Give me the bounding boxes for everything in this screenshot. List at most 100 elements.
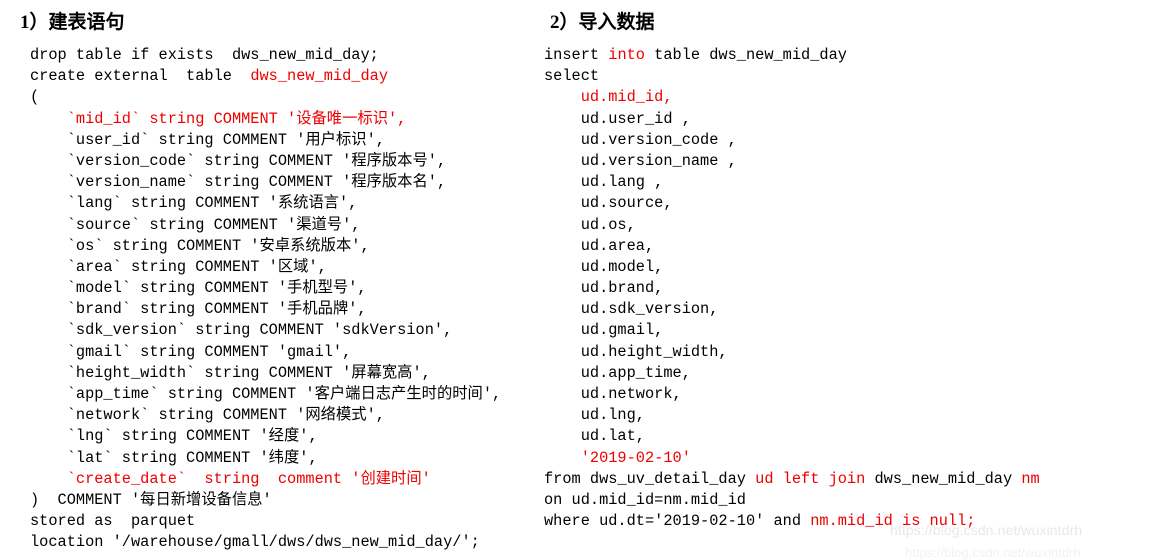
code-token: `lang` string COMMENT '系统语言', xyxy=(30,194,358,213)
code-token: `create_date` string comment '创建时间' xyxy=(30,469,431,488)
code-token: ud.height_width, xyxy=(544,342,728,361)
code-line: ud.area, xyxy=(544,236,1157,257)
code-line: ud.height_width, xyxy=(544,342,1157,363)
import-data-code-block: insert into table dws_new_mid_day select … xyxy=(538,34,1157,532)
code-token: ud.mid_id, xyxy=(544,88,673,107)
code-token: `lat` string COMMENT '纬度', xyxy=(30,448,318,467)
code-token: ud.app_time, xyxy=(544,363,691,382)
code-line: ud.os, xyxy=(544,215,1157,236)
code-line: `network` string COMMENT '网络模式', xyxy=(30,405,528,426)
code-line: ud.user_id , xyxy=(544,109,1157,130)
code-line: ud.model, xyxy=(544,257,1157,278)
code-line: create external table dws_new_mid_day xyxy=(30,66,528,87)
code-token: create external table xyxy=(30,67,251,86)
code-token: `sdk_version` string COMMENT 'sdkVersion… xyxy=(30,321,453,340)
code-token: where ud.dt='2019-02-10' and xyxy=(544,512,811,531)
code-token: `height_width` string COMMENT '屏幕宽高', xyxy=(30,363,431,382)
code-line: location '/warehouse/gmall/dws/dws_new_m… xyxy=(30,532,528,553)
code-line: `os` string COMMENT '安卓系统版本', xyxy=(30,236,528,257)
code-token: ud left join xyxy=(755,469,866,488)
code-line: `model` string COMMENT '手机型号', xyxy=(30,278,528,299)
code-line: `area` string COMMENT '区域', xyxy=(30,257,528,278)
code-token: stored as parquet xyxy=(30,512,196,531)
code-line: ud.source, xyxy=(544,193,1157,214)
code-line: `create_date` string comment '创建时间' xyxy=(30,469,528,490)
code-token: location '/warehouse/gmall/dws/dws_new_m… xyxy=(30,533,480,552)
code-token: ud.area, xyxy=(544,236,655,255)
code-line: insert into table dws_new_mid_day xyxy=(544,45,1157,66)
code-token: dws_new_mid_day xyxy=(250,67,389,86)
code-token: ud.os, xyxy=(544,215,636,234)
code-token: ud.lat, xyxy=(544,427,645,446)
code-line: drop table if exists dws_new_mid_day; xyxy=(30,45,528,66)
code-line: `source` string COMMENT '渠道号', xyxy=(30,215,528,236)
code-line: `lang` string COMMENT '系统语言', xyxy=(30,193,528,214)
create-table-code-block: drop table if exists dws_new_mid_day;cre… xyxy=(8,34,528,554)
code-line: `height_width` string COMMENT '屏幕宽高', xyxy=(30,363,528,384)
code-token: drop table if exists dws_new_mid_day; xyxy=(30,46,379,64)
code-line: on ud.mid_id=nm.mid_id xyxy=(544,490,1157,511)
code-token: `source` string COMMENT '渠道号', xyxy=(30,215,361,234)
code-line: ) COMMENT '每日新增设备信息' xyxy=(30,490,528,511)
code-token: into xyxy=(608,46,645,64)
code-line: `app_time` string COMMENT '客户端日志产生时的时间', xyxy=(30,384,528,405)
code-token: select xyxy=(544,67,600,86)
code-token: `app_time` string COMMENT '客户端日志产生时的时间', xyxy=(30,385,502,403)
screenshot-page: 1）建表语句 drop table if exists dws_new_mid_… xyxy=(0,0,1157,560)
section-heading-import-data: 2）导入数据 xyxy=(550,12,655,33)
code-line: ( xyxy=(30,87,528,108)
code-token: dws_new_mid_day xyxy=(865,469,1022,488)
code-token: ud.version_name , xyxy=(544,151,737,170)
code-token: ) COMMENT '每日新增设备信息' xyxy=(30,490,272,509)
code-token: ud.gmail, xyxy=(544,321,664,340)
code-token: ( xyxy=(30,88,40,107)
code-token: ud.brand, xyxy=(544,279,664,298)
code-token: ud.lng, xyxy=(544,406,645,425)
watermark-url-shadow: https://blog.csdn.net/wuxintdrh xyxy=(905,545,1081,560)
code-line: `mid_id` string COMMENT '设备唯一标识', xyxy=(30,109,528,130)
code-line: ud.lang , xyxy=(544,172,1157,193)
code-line: ud.brand, xyxy=(544,278,1157,299)
code-token: on ud.mid_id=nm.mid_id xyxy=(544,490,746,509)
code-token: `network` string COMMENT '网络模式', xyxy=(30,406,385,425)
code-token: `mid_id` string COMMENT '设备唯一标识', xyxy=(30,109,407,128)
code-token: `version_code` string COMMENT '程序版本号', xyxy=(30,151,447,170)
code-token: nm xyxy=(1021,469,1040,488)
code-line: `sdk_version` string COMMENT 'sdkVersion… xyxy=(30,320,528,341)
code-token: `os` string COMMENT '安卓系统版本', xyxy=(30,236,370,255)
code-token: `model` string COMMENT '手机型号', xyxy=(30,279,367,298)
code-line: ud.lng, xyxy=(544,405,1157,426)
import-data-section: 2）导入数据 insert into table dws_new_mid_day… xyxy=(538,0,1157,532)
code-line: stored as parquet xyxy=(30,511,528,532)
code-line: ud.network, xyxy=(544,384,1157,405)
code-token: ud.version_code , xyxy=(544,130,737,149)
code-line: select xyxy=(544,66,1157,87)
watermark-url: https://blog.csdn.net/wuxintdrh xyxy=(890,522,1083,538)
code-token: ud.network, xyxy=(544,385,682,403)
code-line: '2019-02-10' xyxy=(544,448,1157,469)
code-token: table dws_new_mid_day xyxy=(644,46,847,64)
code-token: `lng` string COMMENT '经度', xyxy=(30,427,318,446)
code-line: ud.sdk_version, xyxy=(544,299,1157,320)
code-token: ud.source, xyxy=(544,194,673,213)
code-line: ud.version_name , xyxy=(544,151,1157,172)
code-line: `lat` string COMMENT '纬度', xyxy=(30,448,528,469)
code-token: `area` string COMMENT '区域', xyxy=(30,257,327,276)
code-token: ud.sdk_version, xyxy=(544,300,719,319)
code-token: insert xyxy=(544,46,609,64)
code-token: ud.user_id , xyxy=(544,109,691,128)
code-line: ud.gmail, xyxy=(544,320,1157,341)
code-line: from dws_uv_detail_day ud left join dws_… xyxy=(544,469,1157,490)
code-line: `gmail` string COMMENT 'gmail', xyxy=(30,342,528,363)
code-line: `lng` string COMMENT '经度', xyxy=(30,426,528,447)
code-line: `brand` string COMMENT '手机品牌', xyxy=(30,299,528,320)
code-token: `version_name` string COMMENT '程序版本名', xyxy=(30,173,447,192)
code-line: `user_id` string COMMENT '用户标识', xyxy=(30,130,528,151)
code-token: `brand` string COMMENT '手机品牌', xyxy=(30,300,367,319)
code-line: `version_name` string COMMENT '程序版本名', xyxy=(30,172,528,193)
code-token: `gmail` string COMMENT 'gmail', xyxy=(30,342,352,361)
code-line: ud.lat, xyxy=(544,426,1157,447)
code-line: ud.app_time, xyxy=(544,363,1157,384)
section-heading-create-table: 1）建表语句 xyxy=(20,12,125,33)
code-token: ud.lang , xyxy=(544,173,664,192)
